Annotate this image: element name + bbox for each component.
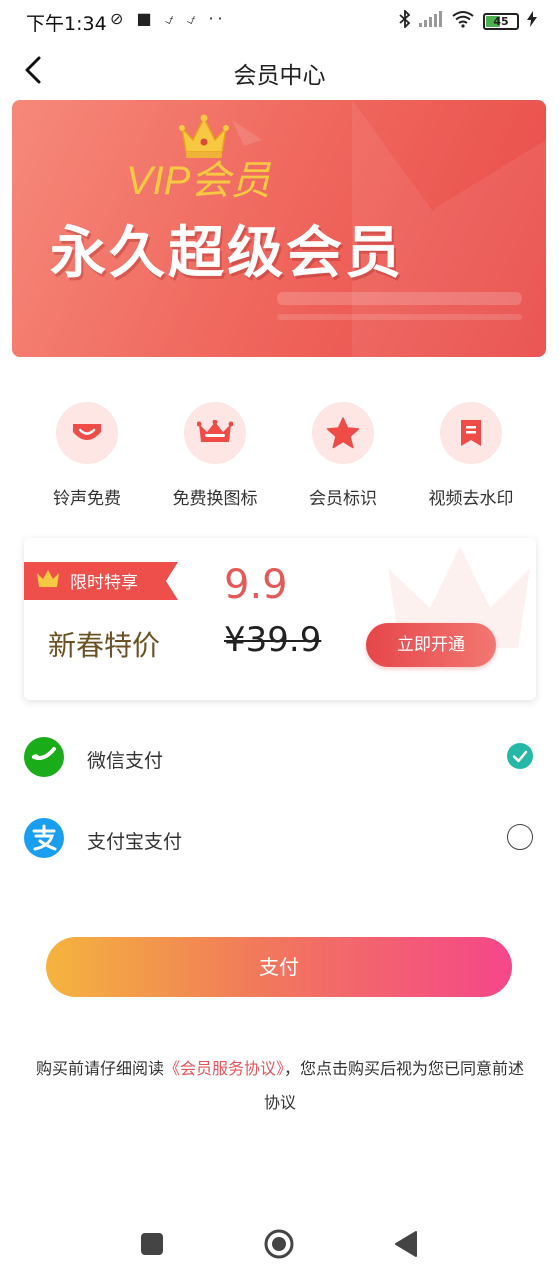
back-nav-button[interactable] — [394, 1230, 418, 1262]
ribbon-icon — [56, 402, 118, 464]
payment-option-wechat[interactable]: 微信支付 — [0, 728, 559, 788]
payment-label: 支付宝支付 — [87, 831, 183, 853]
service-agreement-link[interactable]: 《会员服务协议》 — [164, 1059, 284, 1078]
app-header: 会员中心 — [0, 42, 559, 98]
open-now-button[interactable]: 立即开通 — [366, 623, 496, 667]
status-time: 下午1:34 — [26, 13, 107, 35]
benefit-watermark[interactable]: 视频去水印 — [407, 398, 535, 509]
promo-price: 9.9 — [224, 562, 288, 608]
vip-label: VIP会员 — [126, 159, 271, 203]
benefit-badge[interactable]: 会员标识 — [279, 398, 407, 509]
pay-button[interactable]: 支付 — [46, 937, 512, 997]
member-benefits: 铃声免费 免费换图标 会员标识 视频去水印 — [0, 398, 559, 518]
page-title: 会员中心 — [233, 63, 326, 89]
bluetooth-icon — [399, 8, 411, 32]
notification-icons: ⊘ ■ ⍻ ⍻ ·· — [110, 9, 227, 28]
system-icons: 45 — [399, 8, 537, 32]
original-price: ¥39.9 — [224, 620, 322, 660]
recents-button[interactable] — [140, 1232, 164, 1260]
benefit-label: 视频去水印 — [428, 489, 514, 509]
vip-banner: VIP会员 永久超级会员 — [12, 100, 546, 357]
promo-title: 新春特价 — [48, 629, 161, 662]
bookmark-icon — [440, 402, 502, 464]
crown-icon — [37, 570, 59, 587]
benefit-label: 铃声免费 — [53, 489, 121, 509]
star-icon — [312, 402, 374, 464]
alipay-icon — [24, 818, 64, 858]
battery-level: 45 — [493, 14, 509, 28]
square-icon — [141, 1233, 163, 1255]
benefit-label: 会员标识 — [309, 489, 377, 509]
wifi-icon — [451, 10, 475, 32]
signal-icon — [419, 11, 443, 31]
battery-icon: 45 — [483, 12, 519, 30]
promo-card: 限时特享 9.9 新春特价 ¥39.9 立即开通 — [24, 538, 536, 700]
agreement-prefix: 购买前请仔细阅读 — [35, 1059, 164, 1078]
banner-title: 永久超级会员 — [50, 221, 404, 286]
home-circle-icon — [264, 1229, 294, 1259]
agreement-suffix: ，您点击购买后视为您已同意前述协议 — [263, 1059, 525, 1112]
triangle-back-icon — [395, 1231, 417, 1257]
payment-label: 微信支付 — [87, 750, 164, 772]
benefit-ringtone[interactable]: 铃声免费 — [23, 398, 151, 509]
radio-checked-icon[interactable] — [507, 743, 533, 769]
wechat-icon — [24, 737, 64, 777]
crown-icon — [184, 402, 246, 464]
charging-icon — [527, 11, 537, 31]
home-button[interactable] — [263, 1228, 295, 1264]
ribbon-label: 限时特享 — [70, 573, 138, 593]
status-bar: 下午1:34 ⊘ ■ ⍻ ⍻ ·· 45 — [0, 0, 559, 42]
benefit-label: 免费换图标 — [172, 489, 258, 509]
agreement-text: 购买前请仔细阅读《会员服务协议》，您点击购买后视为您已同意前述协议 — [30, 1052, 530, 1120]
benefit-icon-change[interactable]: 免费换图标 — [151, 398, 279, 509]
payment-option-alipay[interactable]: 支付宝支付 — [0, 809, 559, 869]
system-nav-bar — [0, 1210, 559, 1280]
radio-unchecked-icon[interactable] — [507, 824, 533, 850]
